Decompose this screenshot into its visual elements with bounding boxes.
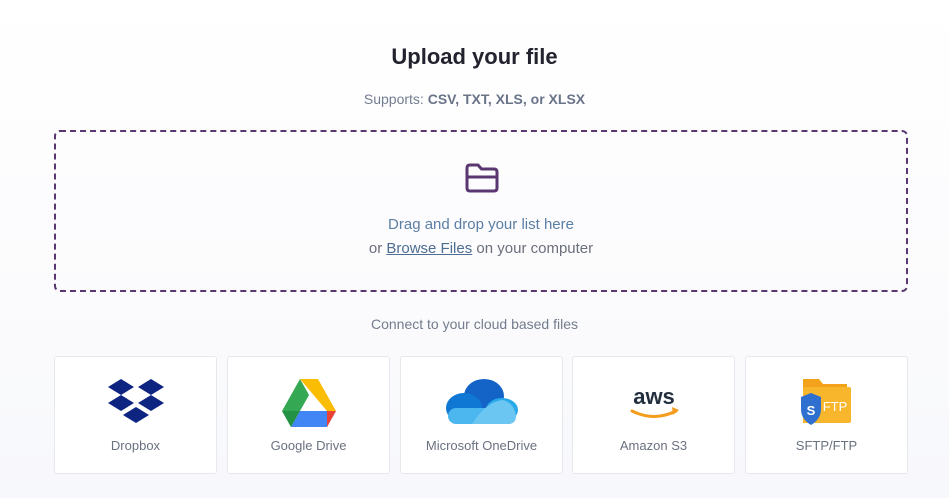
file-dropzone[interactable]: Drag and drop your list here or Browse F…: [54, 130, 908, 292]
drop-instructions: Drag and drop your list here: [388, 216, 574, 233]
provider-label: Dropbox: [110, 438, 161, 453]
amazon-s3-card[interactable]: aws Amazon S3: [572, 356, 735, 474]
cloud-connect-heading: Connect to your cloud based files: [370, 316, 578, 332]
shield-badge-letter: S: [806, 403, 815, 418]
aws-logo-text: aws: [633, 384, 675, 409]
google-drive-card[interactable]: Google Drive: [227, 356, 390, 474]
provider-label: SFTP/FTP: [795, 438, 858, 453]
dropbox-icon: [107, 379, 164, 423]
ftp-logo-text: FTP: [822, 399, 847, 414]
page-title: Upload your file: [391, 44, 558, 69]
google-drive-icon: [281, 379, 336, 427]
supports-formats: CSV, TXT, XLS, or XLSX: [427, 91, 586, 107]
provider-label: Microsoft OneDrive: [425, 438, 538, 453]
aws-icon: aws: [630, 384, 679, 418]
dropbox-card[interactable]: Dropbox: [54, 356, 217, 474]
folder-icon: [465, 163, 499, 193]
browse-files-link[interactable]: Browse Files: [386, 240, 472, 257]
provider-label: Amazon S3: [619, 438, 688, 453]
browse-suffix: on your computer: [472, 240, 594, 257]
browse-instructions: or Browse Files on your computer: [56, 240, 906, 257]
supported-formats: Supports: CSV, TXT, XLS, or XLSX: [0, 91, 949, 107]
supports-prefix: Supports:: [363, 91, 428, 107]
sftp-icon: FTP S: [800, 379, 851, 425]
onedrive-icon: [445, 379, 518, 424]
sftp-card[interactable]: FTP S SFTP/FTP: [745, 356, 908, 474]
browse-prefix: or: [368, 240, 387, 257]
provider-label: Google Drive: [270, 438, 347, 453]
onedrive-card[interactable]: Microsoft OneDrive: [400, 356, 563, 474]
